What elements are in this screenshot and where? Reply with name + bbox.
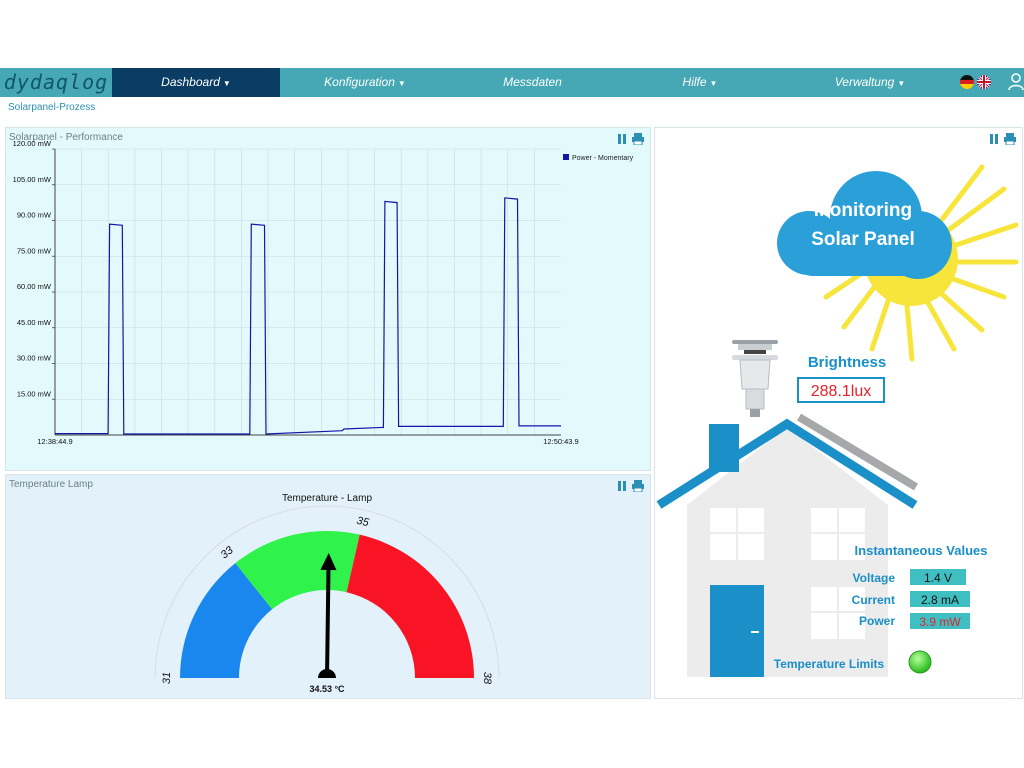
series-line-power [55,197,561,435]
gauge-band-2 [346,534,474,678]
app-logo[interactable]: dydaqlog [0,68,112,97]
nav-messdaten[interactable]: Messdaten [450,68,615,97]
gauge-tick-label: 33 [219,544,237,562]
chevron-down-icon: ▼ [897,79,906,88]
user-icon[interactable] [1008,73,1024,91]
light-sensor-icon [732,340,778,417]
brightness-value: 288.1lux [811,383,872,400]
flag-uk-icon[interactable] [977,75,991,89]
monitor-illustration: Monitoring Solar Panel Brightness 288.1l… [656,164,1019,677]
power-label: Power [859,614,895,628]
chevron-down-icon: ▼ [397,79,406,88]
y-tick-label: 90.00 mW [17,211,52,220]
y-tick-label: 60.00 mW [17,282,52,291]
y-tick-label: 15.00 mW [17,389,52,398]
chevron-down-icon: ▼ [222,79,231,88]
nav-hilfe[interactable]: Hilfe ▼ [615,68,785,97]
flag-de-icon[interactable] [960,75,974,89]
temperature-limits-led [908,650,932,674]
y-tick-label: 30.00 mW [17,354,52,363]
nav-konfiguration-label: Konfiguration [324,75,395,89]
current-label: Current [852,593,895,607]
y-tick-label: 45.00 mW [17,318,52,327]
legend-label: Power - Momentary [572,155,634,162]
temperature-limits-label: Temperature Limits [774,657,885,671]
nav-konfiguration[interactable]: Konfiguration ▼ [280,68,450,97]
brightness-label: Brightness [808,354,886,371]
y-tick-label: 105.00 mW [13,175,52,184]
current-value: 2.8 mA [921,593,959,607]
chart-legend: Power - Momentary [563,154,634,162]
chevron-down-icon: ▼ [709,79,718,88]
nav-dashboard[interactable]: Dashboard ▼ [112,68,280,97]
x-tick-label: 12:50:43.9 [543,437,578,446]
x-tick-label: 12:38:44.9 [37,437,72,446]
cloud-icon [777,171,952,279]
temperature-gauge: Temperature - Lamp 31 33 35 38 34.53 °C [154,493,500,694]
solar-power-chart: 15.00 mW 30.00 mW 45.00 mW 60.00 mW 75.00 mW… [13,140,634,446]
nav-messdaten-label: Messdaten [503,75,562,89]
gauge-title: Temperature - Lamp [282,493,372,504]
gauge-tick-label: 31 [161,672,173,684]
voltage-value: 1.4 V [924,571,952,585]
y-tick-label: 120.00 mW [13,140,52,148]
nav-dashboard-label: Dashboard [161,75,220,89]
nav-hilfe-label: Hilfe [682,75,707,89]
gauge-value: 34.53 °C [309,684,345,694]
gauge-tick-label: 35 [355,515,370,530]
voltage-label: Voltage [853,571,896,585]
power-value: 3.9 mW [919,615,961,629]
y-tick-label: 75.00 mW [17,246,52,255]
legend-swatch [563,154,569,160]
cloud-title-line2: Solar Panel [811,229,915,250]
nav-verwaltung[interactable]: Verwaltung ▼ [785,68,955,97]
breadcrumb[interactable]: Solarpanel-Prozess [8,102,95,113]
instantaneous-title: Instantaneous Values [855,543,988,558]
nav-verwaltung-label: Verwaltung [834,75,895,89]
gauge-tick-label: 38 [481,672,493,685]
cloud-title-line1: Monitoring [814,200,912,221]
